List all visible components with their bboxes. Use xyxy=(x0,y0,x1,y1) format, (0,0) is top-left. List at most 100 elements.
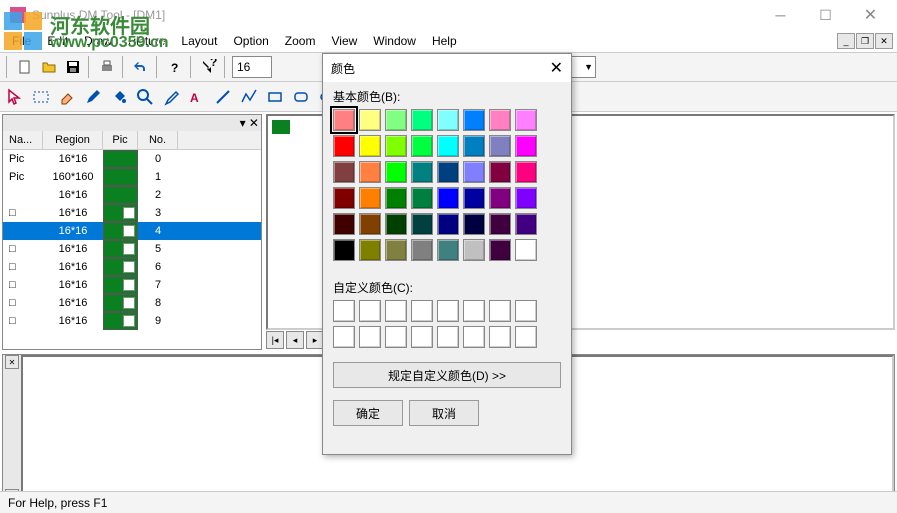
undo-button[interactable] xyxy=(130,56,152,78)
table-row[interactable]: 16*164 xyxy=(3,222,261,240)
custom-swatch[interactable] xyxy=(385,326,407,348)
custom-swatch[interactable] xyxy=(437,300,459,322)
custom-swatch[interactable] xyxy=(385,300,407,322)
custom-swatch[interactable] xyxy=(489,326,511,348)
color-swatch[interactable] xyxy=(437,161,459,183)
table-row[interactable]: Pic16*160 xyxy=(3,150,261,168)
color-swatch[interactable] xyxy=(333,239,355,261)
table-row[interactable]: □16*166 xyxy=(3,258,261,276)
zoom-combo[interactable]: 16 xyxy=(232,56,272,78)
color-swatch[interactable] xyxy=(463,213,485,235)
color-swatch[interactable] xyxy=(333,161,355,183)
help-button[interactable]: ? xyxy=(164,56,186,78)
color-swatch[interactable] xyxy=(359,109,381,131)
zoom-tool[interactable] xyxy=(134,86,156,108)
menu-edit[interactable]: Edit xyxy=(39,32,76,50)
nav-first[interactable]: |◂ xyxy=(266,331,284,349)
rect-tool[interactable] xyxy=(264,86,286,108)
menu-help[interactable]: Help xyxy=(424,32,465,50)
color-swatch[interactable] xyxy=(437,135,459,157)
color-swatch[interactable] xyxy=(515,187,537,209)
table-row[interactable]: Pic160*1601 xyxy=(3,168,261,186)
pane-close-icon[interactable]: ▾ ✕ xyxy=(240,116,259,130)
color-swatch[interactable] xyxy=(411,109,433,131)
save-button[interactable] xyxy=(62,56,84,78)
color-swatch[interactable] xyxy=(489,109,511,131)
maximize-button[interactable]: ☐ xyxy=(803,0,848,30)
custom-swatch[interactable] xyxy=(515,326,537,348)
color-swatch[interactable] xyxy=(333,213,355,235)
color-swatch[interactable] xyxy=(515,239,537,261)
color-swatch[interactable] xyxy=(515,213,537,235)
color-swatch[interactable] xyxy=(437,187,459,209)
custom-swatch[interactable] xyxy=(411,300,433,322)
color-swatch[interactable] xyxy=(359,161,381,183)
color-swatch[interactable] xyxy=(359,135,381,157)
dropper-tool[interactable] xyxy=(160,86,182,108)
custom-swatch[interactable] xyxy=(359,300,381,322)
color-swatch[interactable] xyxy=(359,213,381,235)
print-button[interactable] xyxy=(96,56,118,78)
mdi-close[interactable]: ✕ xyxy=(875,33,893,49)
menu-draw[interactable]: Draw xyxy=(76,32,120,50)
color-swatch[interactable] xyxy=(489,135,511,157)
color-swatch[interactable] xyxy=(515,135,537,157)
menu-view[interactable]: View xyxy=(323,32,365,50)
menu-picture[interactable]: Picture xyxy=(120,32,173,50)
color-swatch[interactable] xyxy=(385,109,407,131)
color-swatch[interactable] xyxy=(515,109,537,131)
context-help-button[interactable]: ? xyxy=(198,56,220,78)
color-swatch[interactable] xyxy=(385,135,407,157)
custom-swatch[interactable] xyxy=(463,300,485,322)
table-row[interactable]: □16*167 xyxy=(3,276,261,294)
color-swatch[interactable] xyxy=(385,187,407,209)
menu-file[interactable]: File xyxy=(4,32,39,50)
color-swatch[interactable] xyxy=(385,239,407,261)
mdi-restore[interactable]: ❐ xyxy=(856,33,874,49)
custom-swatch[interactable] xyxy=(333,300,355,322)
color-swatch[interactable] xyxy=(359,187,381,209)
color-swatch[interactable] xyxy=(489,161,511,183)
menu-window[interactable]: Window xyxy=(365,32,424,50)
color-swatch[interactable] xyxy=(463,239,485,261)
color-swatch[interactable] xyxy=(411,239,433,261)
text-tool[interactable]: A xyxy=(186,86,208,108)
color-swatch[interactable] xyxy=(489,213,511,235)
menu-zoom[interactable]: Zoom xyxy=(277,32,324,50)
select-rect-tool[interactable] xyxy=(30,86,52,108)
custom-swatch[interactable] xyxy=(333,326,355,348)
header-no[interactable]: No. xyxy=(138,131,178,149)
header-region[interactable]: Region xyxy=(43,131,103,149)
custom-swatch[interactable] xyxy=(463,326,485,348)
menu-option[interactable]: Option xyxy=(225,32,276,50)
color-swatch[interactable] xyxy=(463,161,485,183)
color-swatch[interactable] xyxy=(437,239,459,261)
mdi-minimize[interactable]: _ xyxy=(837,33,855,49)
color-swatch[interactable] xyxy=(411,187,433,209)
color-dialog-close-icon[interactable]: ✕ xyxy=(550,58,563,78)
color-swatch[interactable] xyxy=(359,239,381,261)
output-close-icon[interactable]: ✕ xyxy=(5,355,19,369)
nav-prev[interactable]: ◂ xyxy=(286,331,304,349)
custom-swatch[interactable] xyxy=(489,300,511,322)
fill-tool[interactable] xyxy=(108,86,130,108)
ok-button[interactable]: 确定 xyxy=(333,400,403,426)
table-row[interactable]: 16*162 xyxy=(3,186,261,204)
table-row[interactable]: □16*169 xyxy=(3,312,261,330)
close-button[interactable]: ✕ xyxy=(848,0,893,30)
color-swatch[interactable] xyxy=(489,239,511,261)
color-swatch[interactable] xyxy=(411,161,433,183)
eraser-tool[interactable] xyxy=(56,86,78,108)
color-swatch[interactable] xyxy=(333,135,355,157)
cancel-button[interactable]: 取消 xyxy=(409,400,479,426)
polyline-tool[interactable] xyxy=(238,86,260,108)
color-swatch[interactable] xyxy=(385,161,407,183)
roundrect-tool[interactable] xyxy=(290,86,312,108)
color-swatch[interactable] xyxy=(333,187,355,209)
pointer-tool[interactable] xyxy=(4,86,26,108)
header-pic[interactable]: Pic xyxy=(103,131,138,149)
menu-layout[interactable]: Layout xyxy=(173,32,225,50)
pencil-tool[interactable] xyxy=(82,86,104,108)
open-button[interactable] xyxy=(38,56,60,78)
color-swatch[interactable] xyxy=(463,109,485,131)
